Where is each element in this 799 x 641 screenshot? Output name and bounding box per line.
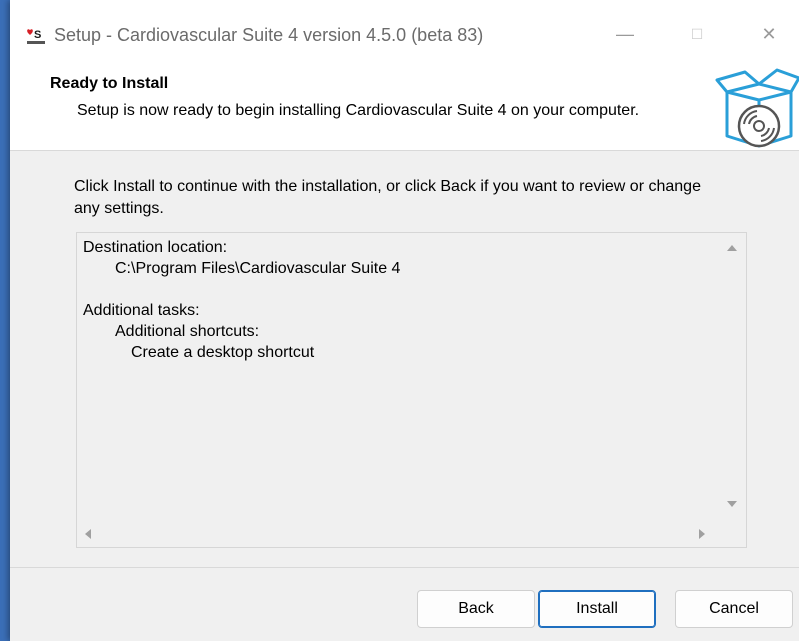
close-button[interactable]: ✕ <box>746 18 792 50</box>
title-bar[interactable]: S Setup - Cardiovascular Suite 4 version… <box>10 0 799 62</box>
scroll-down-arrow-icon[interactable] <box>727 501 737 507</box>
destination-heading: Destination location: <box>83 239 228 256</box>
setup-window: S Setup - Cardiovascular Suite 4 version… <box>10 0 799 641</box>
wizard-header: Ready to Install Setup is now ready to b… <box>10 62 799 151</box>
scroll-left-arrow-icon[interactable] <box>85 529 91 539</box>
footer-divider <box>10 567 799 568</box>
horizontal-scrollbar[interactable] <box>77 523 720 547</box>
install-button[interactable]: Install <box>538 590 656 628</box>
ready-memo[interactable]: Destination location: C:\Program Files\C… <box>76 232 747 548</box>
app-logo-icon: S <box>26 27 46 45</box>
window-title: Setup - Cardiovascular Suite 4 version 4… <box>54 25 484 45</box>
tasks-heading: Additional tasks: <box>83 302 200 319</box>
intro-text: Click Install to continue with the insta… <box>74 178 701 217</box>
svg-text:S: S <box>34 29 41 41</box>
memo-blank-line <box>83 279 400 300</box>
scroll-right-arrow-icon[interactable] <box>699 529 705 539</box>
destination-path: C:\Program Files\Cardiovascular Suite 4 <box>115 260 401 277</box>
maximize-button[interactable]: ☐ <box>674 18 720 50</box>
cancel-button[interactable]: Cancel <box>675 590 793 628</box>
back-button[interactable]: Back <box>417 590 535 628</box>
box-disc-icon <box>715 68 799 148</box>
memo-content: Destination location: C:\Program Files\C… <box>83 237 400 363</box>
shortcut-item: Create a desktop shortcut <box>131 344 315 361</box>
minimize-button[interactable]: — <box>602 18 648 50</box>
shortcuts-heading: Additional shortcuts: <box>115 323 260 340</box>
scroll-up-arrow-icon[interactable] <box>727 245 737 251</box>
page-title: Ready to Install <box>50 75 169 92</box>
vertical-scrollbar[interactable] <box>718 233 746 525</box>
page-subtitle: Setup is now ready to begin installing C… <box>77 102 640 119</box>
